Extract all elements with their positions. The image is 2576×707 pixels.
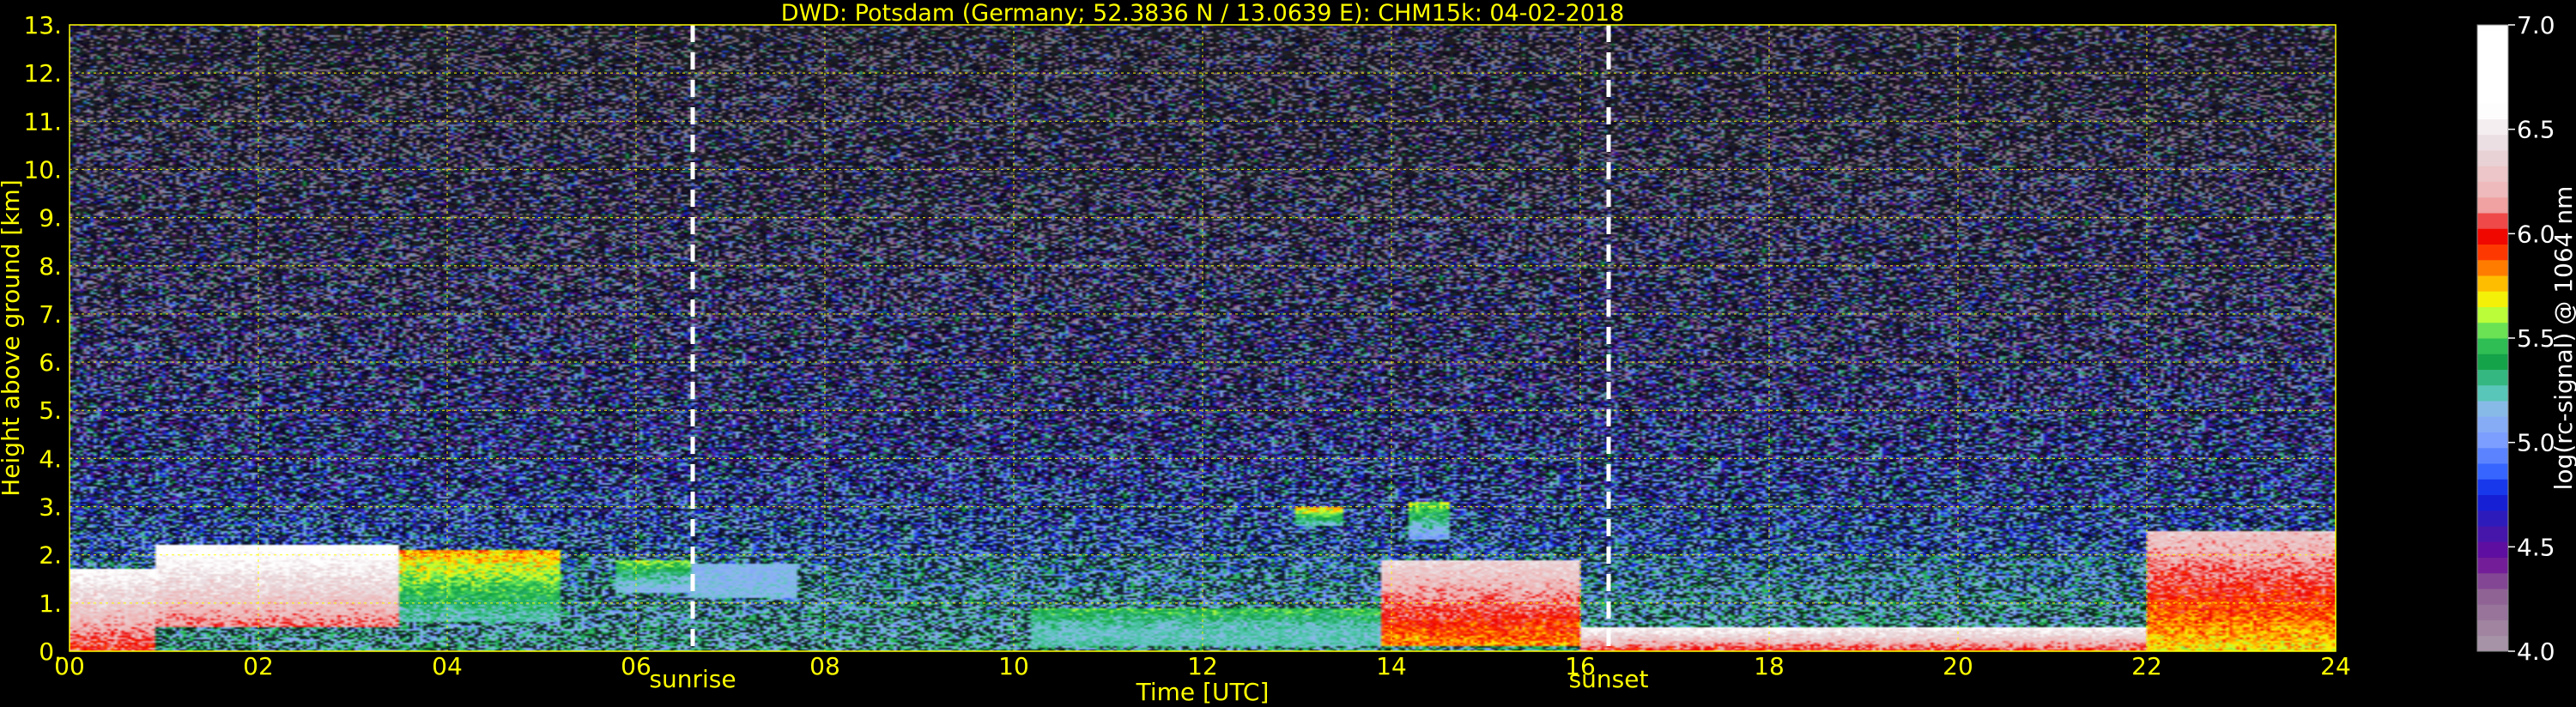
colorbar-tick-label: 6.5	[2517, 116, 2555, 144]
y-tick-label: 7.	[39, 300, 62, 329]
x-tick-label: 04	[432, 652, 463, 680]
colorbar-swatch	[2477, 384, 2508, 402]
y-tick-label: 11.	[23, 107, 62, 136]
colorbar-swatch	[2477, 541, 2508, 558]
x-tick-label: 14	[1376, 652, 1407, 680]
y-tick-label: 13.	[23, 11, 62, 39]
chart-title: DWD: Potsdam (Germany; 52.3836 N / 13.06…	[781, 0, 1625, 27]
colorbar-tick-label: 4.5	[2517, 533, 2555, 561]
lidar-chart: DWD: Potsdam (Germany; 52.3836 N / 13.06…	[0, 0, 2576, 707]
colorbar-tick-label: 4.0	[2517, 638, 2555, 666]
colorbar-swatch	[2477, 181, 2508, 198]
plot-area	[69, 24, 2337, 652]
x-tick-label: 06	[621, 652, 652, 680]
y-tick-label: 1.	[39, 589, 62, 618]
colorbar-swatch	[2477, 25, 2508, 41]
colorbar-swatch	[2477, 447, 2508, 464]
sunrise-label: sunrise	[649, 665, 736, 693]
y-tick-label: 12.	[23, 59, 62, 88]
colorbar-swatch	[2477, 40, 2508, 57]
y-tick-label: 2.	[39, 541, 62, 570]
colorbar-swatch	[2477, 354, 2508, 370]
x-tick-label: 20	[1943, 652, 1973, 680]
colorbar-swatch	[2477, 244, 2508, 261]
colorbar-swatch	[2477, 526, 2508, 542]
x-tick-label: 08	[809, 652, 840, 680]
colorbar-swatch	[2477, 416, 2508, 432]
colorbar-swatch	[2477, 103, 2508, 119]
colorbar-swatch	[2477, 228, 2508, 245]
colorbar-swatch	[2477, 134, 2508, 151]
colorbar-swatch	[2477, 259, 2508, 276]
colorbar-swatch	[2477, 338, 2508, 354]
y-tick-label: 10.	[23, 155, 62, 184]
colorbar-swatch	[2477, 479, 2508, 495]
x-tick-label: 02	[243, 652, 274, 680]
colorbar-swatch	[2477, 557, 2508, 574]
y-tick-label: 8.	[39, 252, 62, 281]
colorbar-swatch	[2477, 463, 2508, 480]
colorbar-swatch	[2477, 196, 2508, 214]
y-axis-label: Height above ground [km]	[0, 179, 25, 497]
colorbar-swatch	[2477, 572, 2508, 589]
colorbar-swatch	[2477, 369, 2508, 386]
colorbar-swatch	[2477, 401, 2508, 417]
colorbar-swatch	[2477, 88, 2508, 104]
colorbar-tick-label: 7.0	[2517, 11, 2555, 39]
colorbar-swatch	[2477, 71, 2508, 88]
colorbar-swatch	[2477, 118, 2508, 136]
colorbar-swatch	[2477, 432, 2508, 449]
colorbar-swatch	[2477, 166, 2508, 182]
y-tick-label: 6.	[39, 348, 62, 377]
y-tick-label: 0.	[39, 638, 62, 666]
colorbar-swatch	[2477, 322, 2508, 339]
y-tick-label: 5.	[39, 396, 62, 425]
colorbar-swatch	[2477, 619, 2508, 637]
y-tick-label: 9.	[39, 204, 62, 233]
x-tick-label: 22	[2131, 652, 2162, 680]
x-tick-label: 18	[1754, 652, 1785, 680]
colorbar-swatch	[2477, 150, 2508, 166]
colorbar-swatch	[2477, 306, 2508, 323]
colorbar-swatch	[2477, 494, 2508, 511]
sunset-label: sunset	[1569, 665, 1649, 693]
y-tick-label: 4.	[39, 444, 62, 473]
colorbar-swatch	[2477, 291, 2508, 307]
y-tick-label: 3.	[39, 493, 62, 522]
colorbar-swatch	[2477, 589, 2508, 605]
x-axis-label: Time [UTC]	[1136, 678, 1270, 706]
colorbar-label: log(rc-signal) @ 1064 nm	[2549, 186, 2576, 491]
colorbar-swatch	[2477, 213, 2508, 229]
colorbar-swatch	[2477, 510, 2508, 527]
x-tick-label: 12	[1187, 652, 1218, 680]
colorbar-swatch	[2477, 604, 2508, 620]
colorbar-swatch	[2477, 635, 2508, 652]
colorbar-swatch	[2477, 275, 2508, 292]
x-tick-label: 10	[998, 652, 1029, 680]
colorbar-swatches	[2477, 25, 2508, 652]
colorbar-swatch	[2477, 56, 2508, 73]
x-tick-label: 24	[2320, 652, 2351, 680]
